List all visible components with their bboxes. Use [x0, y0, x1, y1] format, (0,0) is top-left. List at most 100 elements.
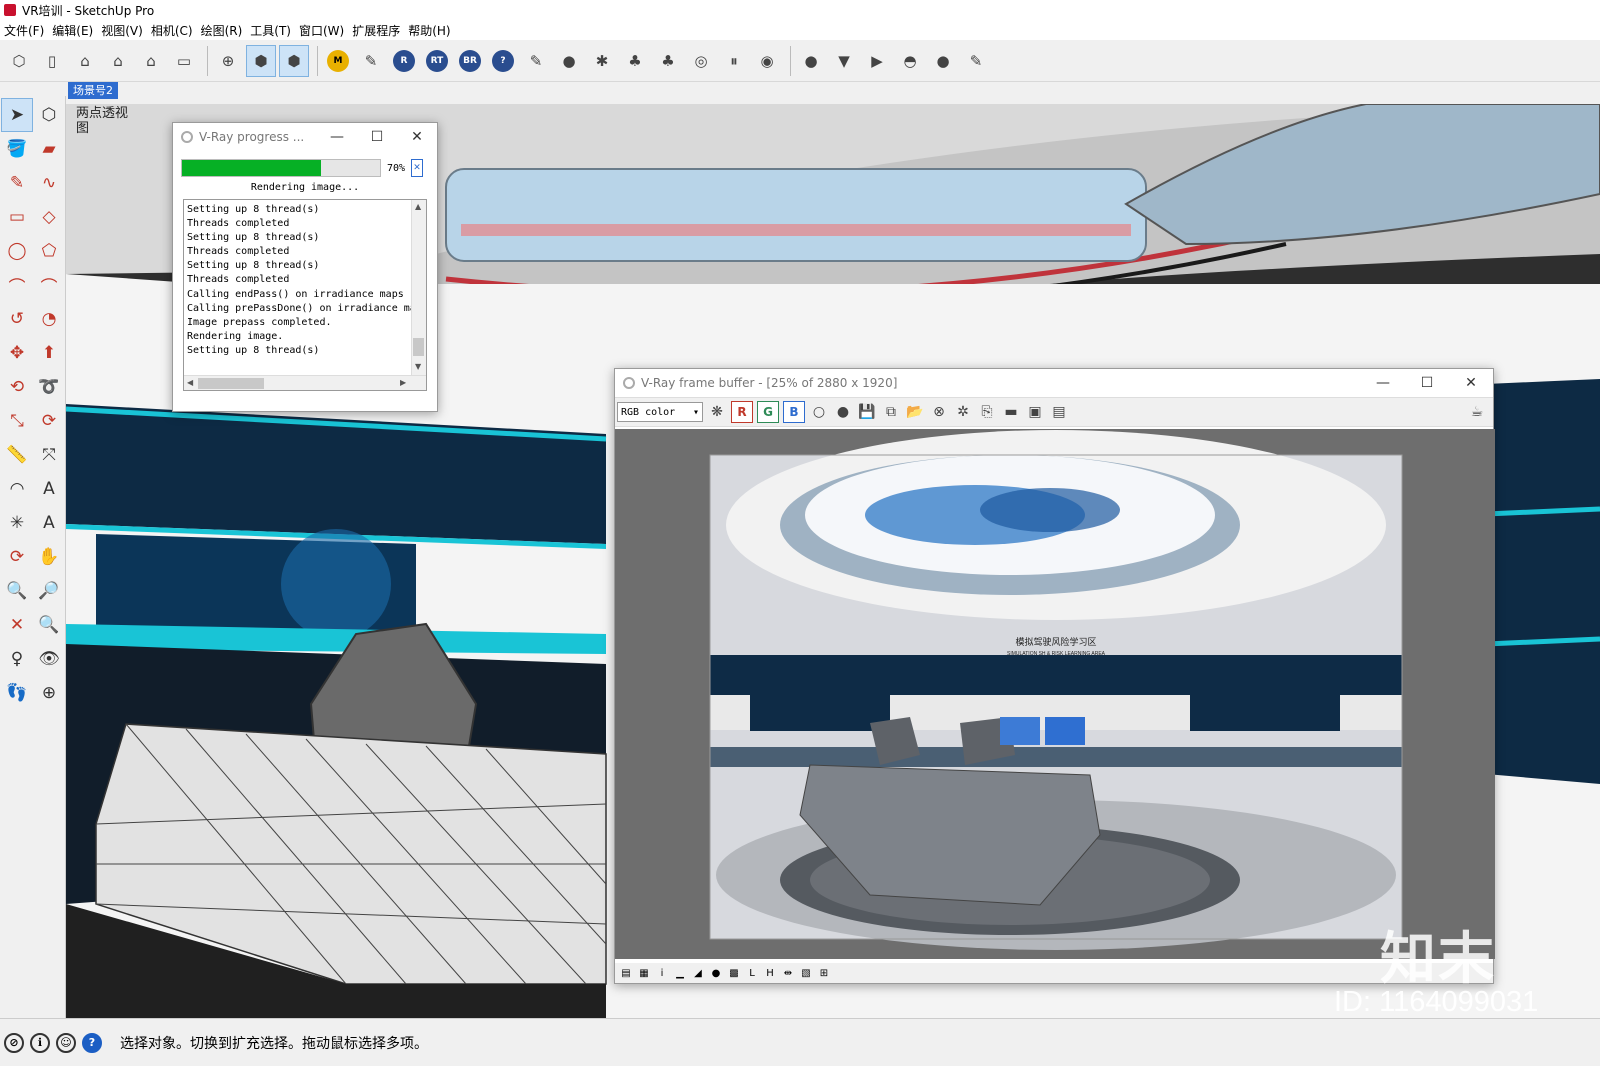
- back-view-button[interactable]: ⌂: [136, 45, 166, 77]
- scale-icon[interactable]: ⤡: [1, 404, 33, 438]
- eraser-icon[interactable]: ▰: [33, 132, 65, 166]
- vray-sphere-button[interactable]: ●: [554, 45, 584, 77]
- histogram-icon[interactable]: H: [763, 966, 777, 980]
- pie-icon[interactable]: ◔: [33, 302, 65, 336]
- arc-icon[interactable]: ⌒: [1, 268, 33, 302]
- menu-tools[interactable]: 工具(T): [250, 22, 299, 39]
- toggle-panel-icon[interactable]: ▤: [619, 966, 633, 980]
- vray-mesh-light-button[interactable]: ✎: [961, 45, 991, 77]
- vray-help-button[interactable]: ?: [488, 45, 518, 77]
- menu-draw[interactable]: 绘图(R): [201, 22, 251, 39]
- push-pull-icon[interactable]: ⬆: [33, 336, 65, 370]
- three-point-arc-icon[interactable]: ↺: [1, 302, 33, 336]
- channel-select[interactable]: RGB color ▾: [617, 402, 703, 422]
- two-point-arc-icon[interactable]: ⌒: [33, 268, 65, 302]
- left-view-button[interactable]: ▭: [169, 45, 199, 77]
- green-channel-button[interactable]: G: [757, 401, 779, 423]
- compare-icon[interactable]: ⇹: [781, 966, 795, 980]
- menu-help[interactable]: 帮助(H): [408, 22, 458, 39]
- tape-measure-icon[interactable]: 📏: [1, 438, 33, 472]
- iso-view-button[interactable]: ⬡: [4, 45, 34, 77]
- lens-effects-icon[interactable]: ▤: [1049, 402, 1069, 422]
- vray-ies-light-button[interactable]: ▶: [862, 45, 892, 77]
- alpha-channel-icon[interactable]: ○: [809, 402, 829, 422]
- minimize-icon[interactable]: —: [1361, 375, 1405, 391]
- axes-icon[interactable]: ✳: [1, 506, 33, 540]
- load-icon[interactable]: 📂: [905, 402, 925, 422]
- scroll-up-icon[interactable]: ▲: [415, 202, 421, 211]
- scroll-right-icon[interactable]: ▶: [400, 378, 406, 387]
- menu-camera[interactable]: 相机(C): [151, 22, 201, 39]
- follow-me-icon[interactable]: ➰: [33, 370, 65, 404]
- orbit-icon[interactable]: ⟳: [1, 540, 33, 574]
- menu-file[interactable]: 文件(F): [4, 22, 52, 39]
- curve-icon[interactable]: ◢: [691, 966, 705, 980]
- make-component-icon[interactable]: ⬡: [33, 98, 65, 132]
- offset-icon[interactable]: ⟳: [33, 404, 65, 438]
- log-horizontal-scrollbar[interactable]: ◀ ▶: [184, 375, 426, 390]
- frame-buffer-canvas[interactable]: 模拟驾驶风险学习区 SIMULATION SH & RISK LEARNING …: [615, 429, 1495, 959]
- vray-render-button[interactable]: R: [389, 45, 419, 77]
- textured-button[interactable]: ⬢: [279, 44, 309, 77]
- lens-icon[interactable]: L: [745, 966, 759, 980]
- select-tool-icon[interactable]: ➤: [1, 98, 33, 132]
- close-icon[interactable]: ✕: [1449, 375, 1493, 391]
- minimize-icon[interactable]: —: [317, 129, 357, 145]
- dimension-icon[interactable]: ⤧: [33, 438, 65, 472]
- rectangle-icon[interactable]: ▭: [1, 200, 33, 234]
- vray-batch-render-button[interactable]: BR: [455, 45, 485, 77]
- menu-extensions[interactable]: 扩展程序: [352, 22, 408, 39]
- xray-button[interactable]: ⊕: [213, 45, 243, 77]
- color-channels-icon[interactable]: ❋: [707, 402, 727, 422]
- clear-icon[interactable]: ⊗: [929, 402, 949, 422]
- vray-target-button[interactable]: ◎: [686, 45, 716, 77]
- user-icon[interactable]: ☺: [56, 1032, 76, 1053]
- scroll-left-icon[interactable]: ◀: [187, 378, 193, 387]
- vray-color-button[interactable]: ◉: [752, 45, 782, 77]
- zoom-extents-icon[interactable]: ✕: [1, 608, 33, 642]
- maximize-icon[interactable]: ☐: [1405, 375, 1449, 391]
- menu-edit[interactable]: 编辑(E): [52, 22, 101, 39]
- vray-omni-light-button[interactable]: ●: [796, 45, 826, 77]
- save-all-icon[interactable]: ⧉: [881, 402, 901, 422]
- section-plane-icon[interactable]: ⊕: [33, 676, 65, 710]
- look-around-icon[interactable]: 👁: [33, 642, 65, 676]
- vray-rt-button[interactable]: RT: [422, 45, 452, 77]
- save-icon[interactable]: 💾: [857, 402, 877, 422]
- color-correction-icon[interactable]: ▦: [637, 966, 651, 980]
- move-icon[interactable]: ✥: [1, 336, 33, 370]
- duplicate-icon[interactable]: ⎘: [977, 402, 997, 422]
- credits-icon[interactable]: ℹ: [30, 1032, 50, 1053]
- shaded-button[interactable]: ⬢: [246, 44, 276, 77]
- teapot-render-icon[interactable]: ☕: [1467, 402, 1487, 422]
- zoom-window-icon[interactable]: 🔎: [33, 574, 65, 608]
- instructor-help-icon[interactable]: ?: [82, 1032, 102, 1053]
- red-channel-button[interactable]: R: [731, 401, 753, 423]
- walk-icon[interactable]: 👣: [1, 676, 33, 710]
- freehand-icon[interactable]: ∿: [33, 166, 65, 200]
- vray-tag-button[interactable]: ✎: [521, 45, 551, 77]
- exposure-icon[interactable]: ●: [709, 966, 723, 980]
- position-camera-icon[interactable]: ♀: [1, 642, 33, 676]
- log-vertical-scrollbar[interactable]: ▲ ▼: [411, 200, 426, 376]
- color-icon[interactable]: ▧: [799, 966, 813, 980]
- vray-fur-button[interactable]: ✱: [587, 45, 617, 77]
- maximize-icon[interactable]: ☐: [357, 129, 397, 145]
- right-view-button[interactable]: ⌂: [103, 45, 133, 77]
- vray-dome-light-button[interactable]: ◓: [895, 45, 925, 77]
- circle-icon[interactable]: ◯: [1, 234, 33, 268]
- vray-pause-button[interactable]: ⏸: [719, 45, 749, 77]
- menu-view[interactable]: 视图(V): [101, 22, 151, 39]
- scroll-thumb[interactable]: [198, 378, 264, 389]
- vray-options-button[interactable]: ✎: [356, 45, 386, 77]
- protractor-icon[interactable]: ◠: [1, 472, 33, 506]
- lut-icon[interactable]: ▩: [727, 966, 741, 980]
- 3d-text-icon[interactable]: A: [33, 506, 65, 540]
- vray-proxy-export-button[interactable]: ♣: [653, 45, 683, 77]
- close-icon[interactable]: ✕: [397, 129, 437, 145]
- paint-bucket-icon[interactable]: 🪣: [1, 132, 33, 166]
- region-render-icon[interactable]: ▬: [1001, 402, 1021, 422]
- pan-icon[interactable]: ✋: [33, 540, 65, 574]
- vray-spot-light-button[interactable]: ▼: [829, 45, 859, 77]
- mono-icon[interactable]: ●: [833, 402, 853, 422]
